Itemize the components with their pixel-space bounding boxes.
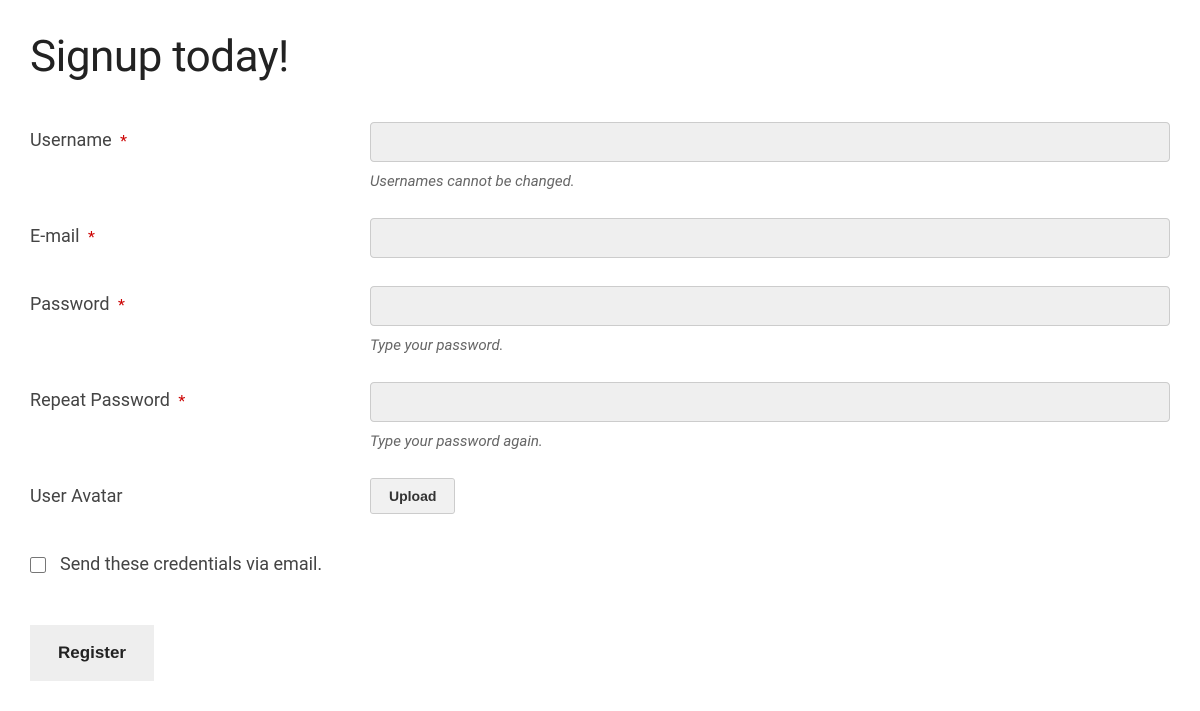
- repeat-password-input[interactable]: [370, 382, 1170, 422]
- email-input[interactable]: [370, 218, 1170, 258]
- email-row: E-mail *: [30, 218, 1170, 258]
- password-input[interactable]: [370, 286, 1170, 326]
- username-required-marker: *: [120, 131, 127, 150]
- repeat-password-input-col: Type your password again.: [370, 382, 1170, 450]
- upload-button[interactable]: Upload: [370, 478, 455, 514]
- send-credentials-label[interactable]: Send these credentials via email.: [60, 554, 322, 575]
- avatar-row: User Avatar Upload: [30, 478, 1170, 514]
- email-label-text: E-mail: [30, 226, 80, 247]
- username-input-col: Usernames cannot be changed.: [370, 122, 1170, 190]
- avatar-label: User Avatar: [30, 478, 370, 507]
- repeat-password-label: Repeat Password *: [30, 382, 370, 411]
- send-credentials-row: Send these credentials via email.: [30, 554, 1170, 575]
- register-button[interactable]: Register: [30, 625, 154, 681]
- password-label-text: Password: [30, 294, 110, 315]
- send-credentials-checkbox[interactable]: [30, 557, 46, 573]
- password-input-col: Type your password.: [370, 286, 1170, 354]
- username-label: Username *: [30, 122, 370, 151]
- username-label-text: Username: [30, 130, 112, 151]
- username-row: Username * Usernames cannot be changed.: [30, 122, 1170, 190]
- email-label: E-mail *: [30, 218, 370, 247]
- username-help: Usernames cannot be changed.: [370, 172, 1170, 190]
- avatar-label-text: User Avatar: [30, 486, 123, 507]
- email-input-col: [370, 218, 1170, 258]
- repeat-password-label-text: Repeat Password: [30, 390, 170, 411]
- page-title: Signup today!: [30, 30, 1170, 82]
- email-required-marker: *: [88, 227, 95, 246]
- password-label: Password *: [30, 286, 370, 315]
- password-row: Password * Type your password.: [30, 286, 1170, 354]
- repeat-password-required-marker: *: [178, 391, 185, 410]
- avatar-input-col: Upload: [370, 478, 1170, 514]
- username-input[interactable]: [370, 122, 1170, 162]
- password-help: Type your password.: [370, 336, 1170, 354]
- repeat-password-help: Type your password again.: [370, 432, 1170, 450]
- repeat-password-row: Repeat Password * Type your password aga…: [30, 382, 1170, 450]
- password-required-marker: *: [118, 295, 125, 314]
- signup-form: Username * Usernames cannot be changed. …: [30, 122, 1170, 681]
